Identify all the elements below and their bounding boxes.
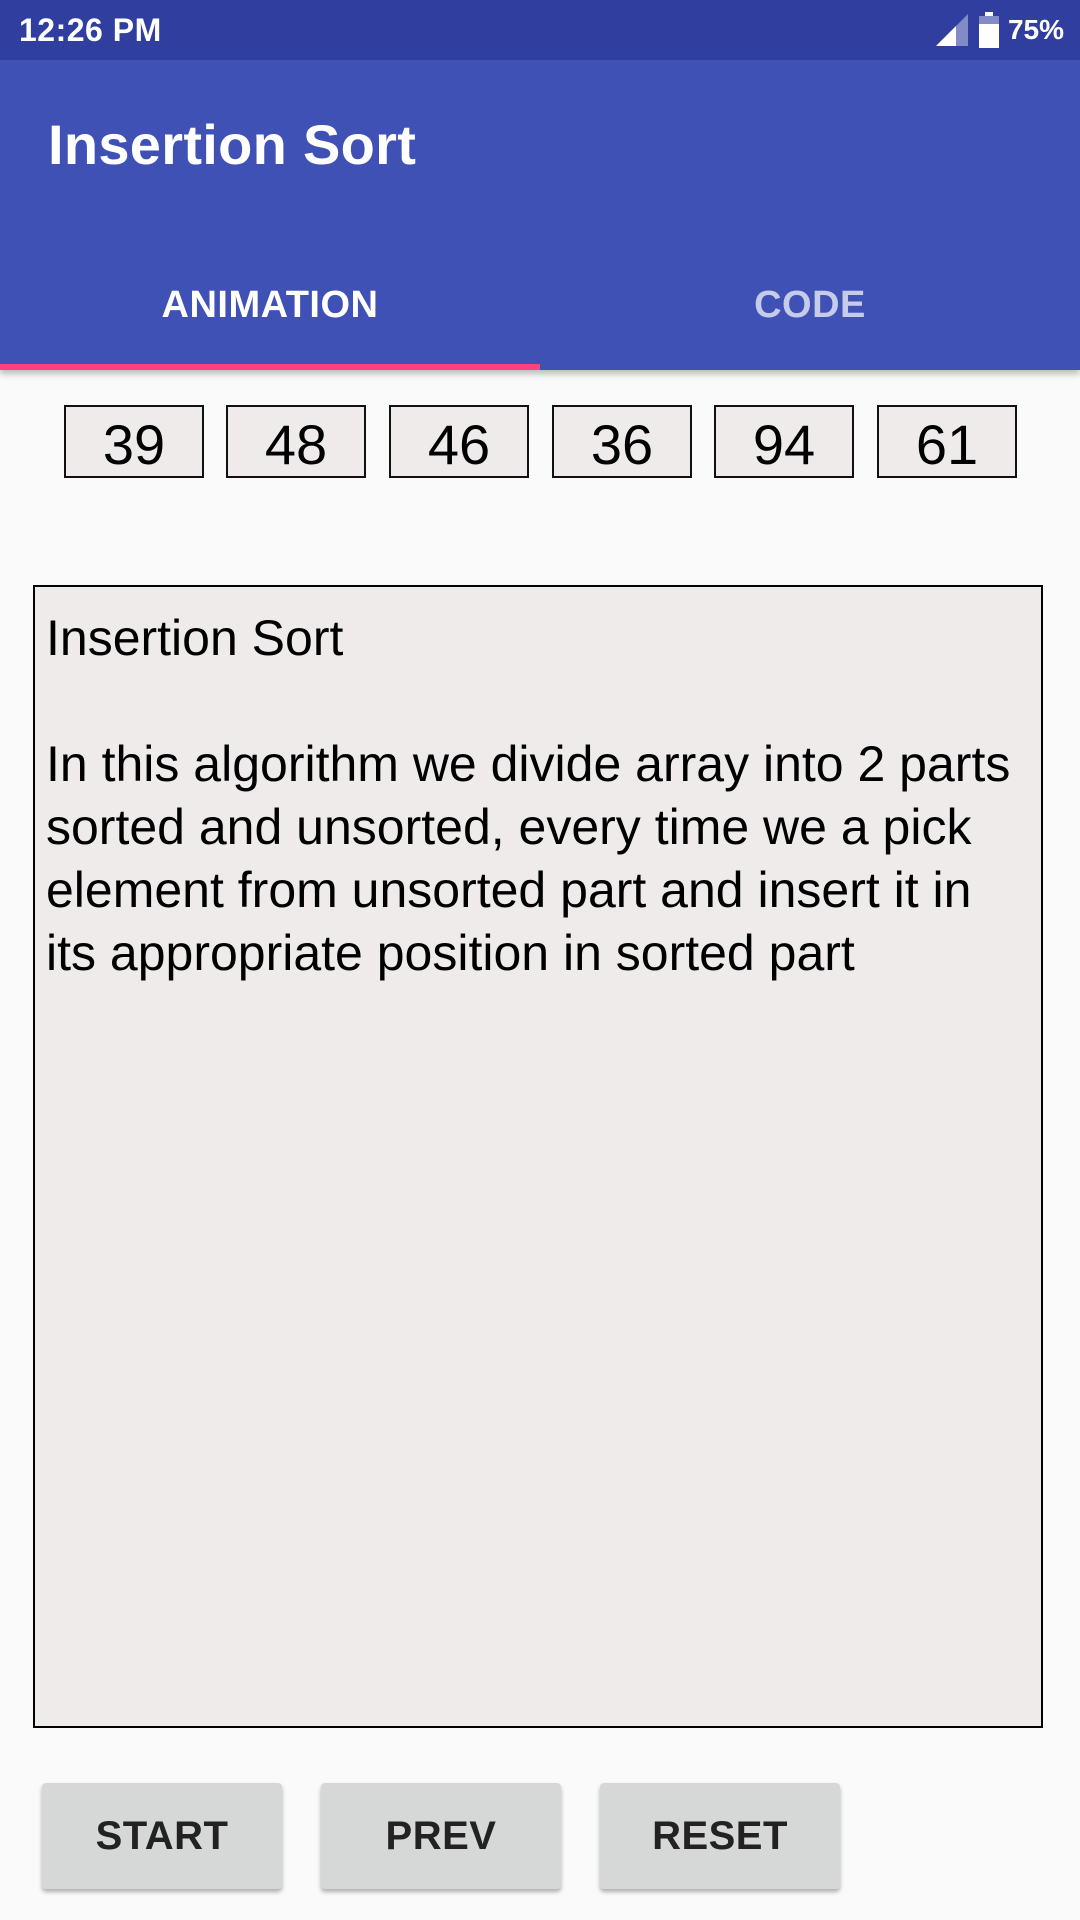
battery-icon <box>978 12 999 48</box>
status-icons: 75% <box>932 10 1064 50</box>
tab-code[interactable]: CODE <box>540 240 1080 370</box>
start-button[interactable]: START <box>42 1783 282 1889</box>
status-time: 12:26 PM <box>19 12 162 48</box>
prev-button[interactable]: PREV <box>321 1783 561 1889</box>
reset-button[interactable]: RESET <box>600 1783 840 1889</box>
app-bar: Insertion Sort ANIMATION CODE <box>0 60 1080 370</box>
description-text: In this algorithm we divide array into 2… <box>46 736 1011 981</box>
array-cell: 39 <box>64 405 204 478</box>
array-cell: 94 <box>714 405 854 478</box>
array-cell: 46 <box>389 405 529 478</box>
status-bar: 12:26 PM 75% <box>0 0 1080 60</box>
tab-indicator <box>0 364 540 370</box>
array-cell: 48 <box>226 405 366 478</box>
battery-percentage: 75% <box>1007 14 1064 45</box>
array-row: 39 48 46 36 94 61 <box>0 405 1080 478</box>
description-title: Insertion Sort <box>46 610 344 666</box>
description-box: Insertion Sort In this algorithm we divi… <box>33 585 1043 1728</box>
array-cell: 36 <box>552 405 692 478</box>
array-cell: 61 <box>877 405 1017 478</box>
signal-icon <box>935 14 968 46</box>
app-title: Insertion Sort <box>48 113 417 176</box>
controls: START PREV RESET <box>0 1783 1080 1889</box>
tab-bar: ANIMATION CODE <box>0 240 1080 370</box>
tab-animation[interactable]: ANIMATION <box>0 240 540 370</box>
